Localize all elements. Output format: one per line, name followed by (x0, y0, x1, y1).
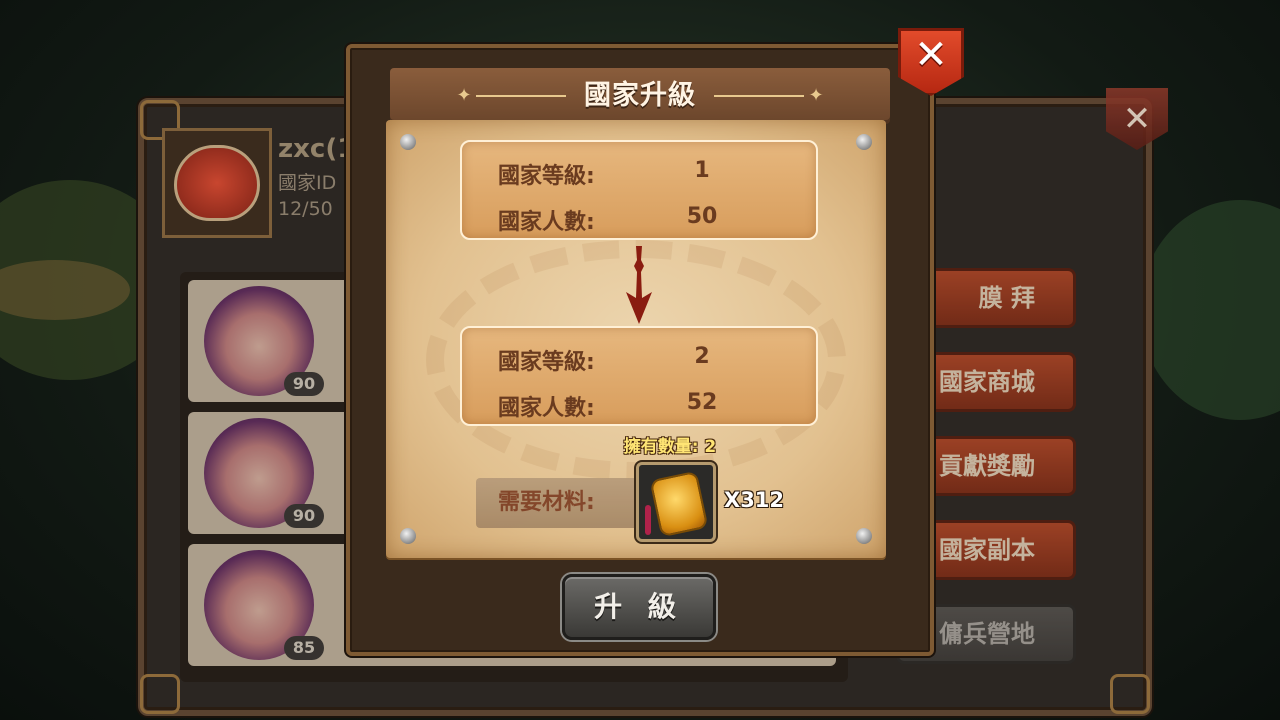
corner-ornament (1110, 674, 1150, 714)
material-label: 需要材料: (498, 490, 595, 515)
nation-emblem-icon (162, 128, 272, 238)
nation-member-count: 12/50 (278, 198, 333, 220)
gold-token-icon (649, 470, 709, 538)
ornament-icon: ✦ (808, 85, 824, 106)
population-value: 52 (686, 390, 718, 415)
down-arrow-icon (626, 246, 652, 324)
level-value: 2 (694, 344, 710, 369)
tassel-decoration (645, 505, 651, 535)
level-badge: 90 (284, 372, 324, 396)
rivet-icon (856, 134, 872, 150)
nation-name: zxc(1 (278, 134, 356, 164)
level-label: 國家等級: (498, 350, 595, 375)
current-stats-box: 國家等級: 1 國家人數: 50 (460, 140, 818, 240)
foliage-decoration (1140, 200, 1280, 420)
close-glyph: ✕ (914, 32, 948, 78)
rivet-icon (400, 134, 416, 150)
rivet-icon (400, 528, 416, 544)
upgrade-button[interactable]: 升 級 (562, 574, 716, 640)
population-value: 50 (686, 204, 718, 229)
material-quantity: X312 (724, 488, 785, 512)
nation-id-label: 國家ID (278, 172, 337, 194)
next-stats-box: 國家等級: 2 國家人數: 52 (460, 326, 818, 426)
level-badge: 90 (284, 504, 324, 528)
title-ornament-line (714, 95, 804, 97)
level-value: 1 (694, 158, 710, 183)
corner-ornament (140, 674, 180, 714)
population-label: 國家人數: (498, 210, 595, 235)
material-slot[interactable] (636, 462, 716, 542)
level-label: 國家等級: (498, 164, 595, 189)
rivet-icon (856, 528, 872, 544)
dialog-title-bar: ✦ 國家升級 ✦ (390, 68, 890, 124)
population-label: 國家人數: (498, 396, 595, 421)
owned-count-label: 擁有數量: 2 (623, 437, 717, 457)
close-glyph: ✕ (1122, 99, 1152, 139)
level-badge: 85 (284, 636, 324, 660)
